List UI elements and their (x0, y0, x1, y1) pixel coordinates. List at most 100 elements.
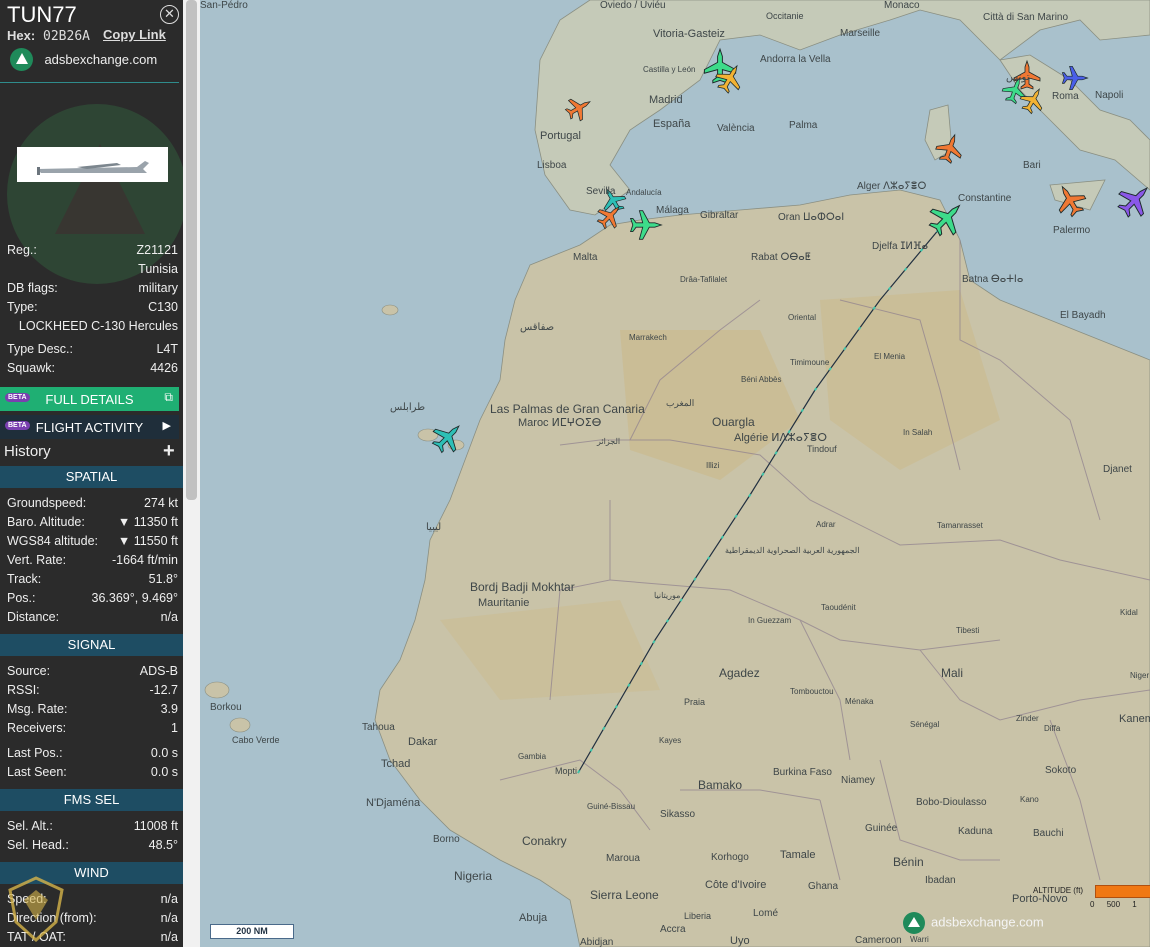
map-place-label: Bordj Badji Mokhtar (470, 580, 575, 594)
close-icon[interactable]: ✕ (160, 5, 179, 24)
info-row: Tunisia (7, 262, 178, 280)
external-link-icon: ⧉ (164, 390, 173, 404)
map-place-label: Tamanrasset (937, 521, 983, 530)
map-place-label: Castilla y León (643, 65, 696, 74)
map-place-label: Taoudénit (821, 603, 856, 612)
hex-value: 02B26A (43, 29, 90, 44)
map-place-label: San-Pédro (200, 0, 248, 11)
map-place-label: In Salah (903, 428, 933, 437)
altitude-ticks: 0 500 1 (1090, 900, 1137, 909)
map-place-label: Zinder (1016, 714, 1039, 723)
aircraft-photo[interactable] (17, 147, 168, 182)
map-view[interactable]: Oviedo / Uviéu Vitoria-Gasteiz Occitanie Mo… (200, 0, 1150, 947)
info-label: Pos.: (7, 591, 36, 605)
info-label: Squawk: (7, 361, 55, 375)
info-label: WGS84 altitude: (7, 534, 99, 548)
info-value: military (138, 281, 178, 295)
map-place-label: Abidjan (580, 937, 614, 947)
map-place-label: Abuja (519, 912, 548, 924)
info-row: Distance: n/a (7, 610, 178, 628)
scrollbar-thumb[interactable] (186, 0, 197, 500)
map-place-label: Illizi (706, 461, 720, 470)
info-value: 0.0 s (150, 765, 178, 779)
map-place-label: Guiné-Bissau (587, 802, 636, 811)
hex-label: Hex: (7, 28, 36, 43)
map-place-label: Burkina Faso (773, 767, 832, 778)
site-name: adsbexchange.com (44, 52, 158, 67)
copy-link[interactable]: Copy Link (103, 27, 166, 42)
map-place-label: Vitoria-Gasteiz (653, 28, 725, 40)
info-value: 11008 ft (133, 819, 178, 833)
info-value: ADS-B (139, 664, 178, 678)
map-canvas[interactable] (200, 0, 1150, 947)
map-place-label: Andorra la Vella (760, 54, 831, 65)
info-row: Squawk: 4426 (7, 361, 178, 379)
section-signal: SIGNAL (0, 634, 183, 656)
sidebar-scrollbar[interactable] (183, 0, 200, 947)
map-place-label: Madrid (649, 94, 683, 106)
full-details-button[interactable]: BETA FULL DETAILS ⧉ (0, 387, 179, 411)
map-place-label: Mauritanie (478, 597, 530, 609)
map-place-label: Dakar (408, 736, 438, 748)
info-row: Type: C130 (7, 300, 178, 318)
info-row: Last Pos.: 0.0 s (7, 746, 178, 764)
map-place-label: Béni Abbès (741, 375, 782, 384)
map-place-label: Constantine (958, 193, 1012, 204)
info-row: Sel. Head.: 48.5° (7, 838, 178, 856)
map-place-label: Sevilla (586, 186, 616, 197)
info-row: WGS84 altitude: ▼ 11550 ft (7, 534, 178, 552)
info-value: 48.5° (148, 838, 178, 852)
map-place-label: Niger (1130, 671, 1150, 680)
map-place-label: Bari (1023, 160, 1041, 171)
site-link[interactable]: adsbexchange.com (10, 48, 157, 71)
map-place-label: Djelfa ⵊⵍⴼⴰ (872, 241, 929, 252)
map-place-label: Tchad (381, 758, 411, 770)
map-place-label: Niamey (841, 775, 875, 786)
map-place-label: Warri (910, 935, 929, 944)
map-place-label: صفاقس (520, 322, 555, 333)
map-place-label: Bauchi (1033, 828, 1064, 839)
scale-bar: 200 NM (210, 924, 294, 939)
map-place-label: المغرب (666, 398, 695, 408)
info-value: 1 (171, 721, 178, 735)
flight-activity-button[interactable]: BETA FLIGHT ACTIVITY ▶ (0, 415, 179, 439)
info-label: Groundspeed: (7, 496, 87, 510)
map-place-label: In Guezzam (748, 616, 792, 625)
info-label: Baro. Altitude: (7, 515, 85, 529)
history-expand-icon[interactable]: + (163, 440, 175, 463)
map-place-label: طرابلس (390, 402, 426, 413)
map-place-label: Ménaka (845, 697, 874, 706)
info-value: 51.8° (148, 572, 178, 586)
map-place-label: Palma (789, 120, 818, 131)
info-label: Sel. Alt.: (7, 819, 53, 833)
map-place-label: موريتانيا (654, 591, 681, 600)
map-attribution-logo[interactable]: adsbexchange.com (903, 912, 1044, 934)
map-place-label: Maroua (606, 853, 640, 864)
info-label: Type Desc.: (7, 342, 73, 356)
info-row: RSSI: -12.7 (7, 683, 178, 701)
map-place-label: Occitanie (766, 11, 804, 21)
info-label: Vert. Rate: (7, 553, 67, 567)
info-label: Receivers: (7, 721, 67, 735)
info-value: 4426 (150, 361, 178, 375)
map-place-label: Tibesti (956, 626, 980, 635)
info-row: Source: ADS-B (7, 664, 178, 682)
map-place-label: Bénin (893, 855, 924, 869)
map-place-label: Ghana (808, 881, 839, 892)
info-value: n/a (160, 911, 178, 925)
map-place-label: Maroc ⵍⵎⵖⵔⵉⴱ (518, 417, 602, 429)
info-label: DB flags: (7, 281, 58, 295)
divider (0, 82, 179, 83)
info-label: RSSI: (7, 683, 40, 697)
map-place-label: Ibadan (925, 875, 956, 886)
map-place-label: Bamako (698, 778, 743, 792)
info-row: Type Desc.: L4T (7, 342, 178, 360)
map-place-label: Monaco (884, 0, 920, 11)
map-place-label: Lisboa (537, 160, 567, 171)
info-row: LOCKHEED C-130 Hercules (7, 319, 178, 337)
info-row: Vert. Rate: -1664 ft/min (7, 553, 178, 571)
info-value: L4T (156, 342, 178, 356)
map-place-label: Sierra Leone (590, 888, 659, 902)
map-place-label: Tindouf (807, 444, 837, 454)
map-place-label: Diffa (1044, 724, 1061, 733)
